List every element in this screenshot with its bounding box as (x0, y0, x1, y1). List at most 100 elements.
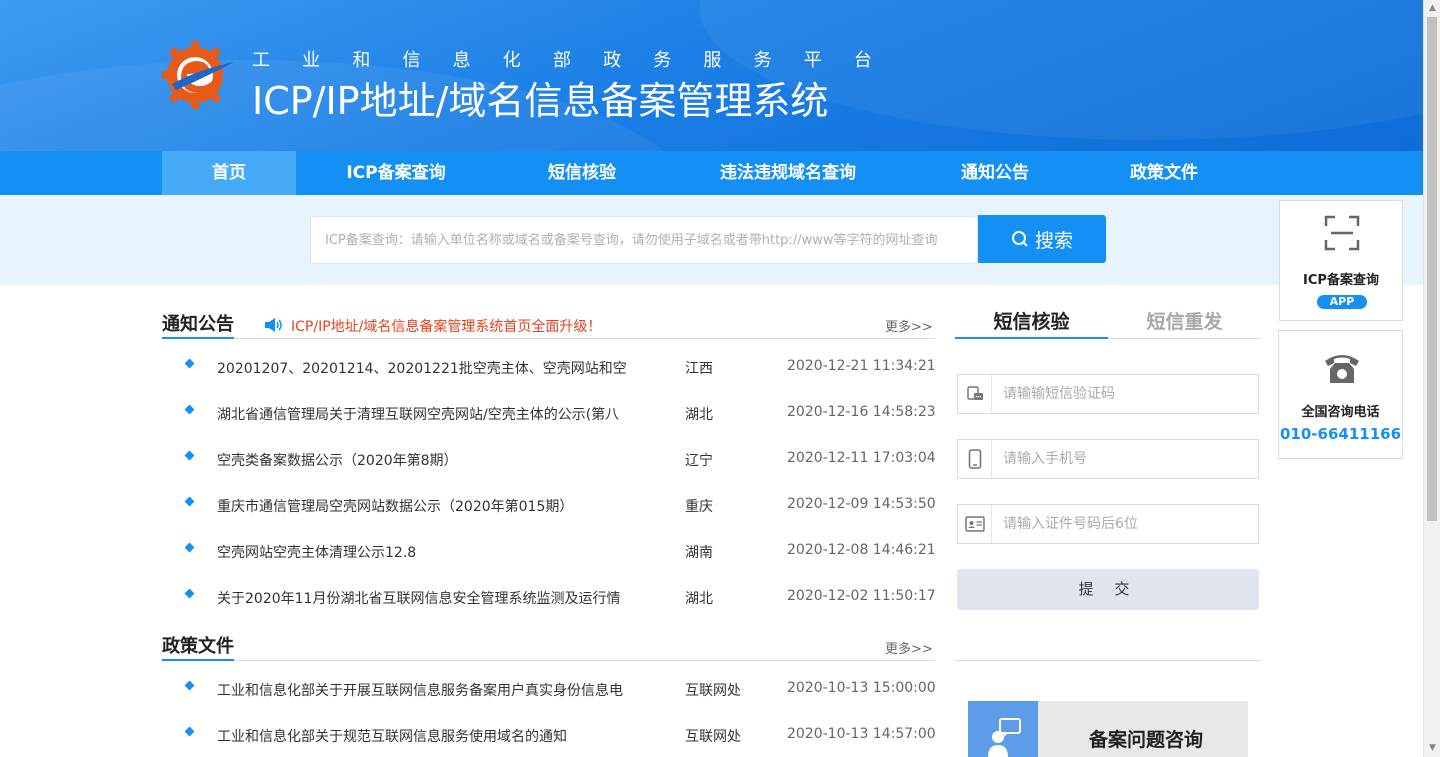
search-button[interactable]: 搜索 (978, 215, 1106, 263)
hotline-label: 全国咨询电话 (1301, 405, 1380, 420)
row-title[interactable]: 工业和信息化部关于规范互联网信息服务使用域名的通知 (217, 726, 637, 746)
row-title[interactable]: 空壳类备案数据公示（2020年第8期） (217, 450, 637, 470)
nav-illegal-domain[interactable]: 违法违规域名查询 (700, 151, 876, 195)
tab-sms-resend[interactable]: 短信重发 (1108, 307, 1261, 339)
filing-consult-card[interactable]: 备案问题咨询 (968, 701, 1248, 757)
mobile-phone-icon (958, 440, 992, 478)
header-subtitle: 工业和信息化部政务服务平台 (252, 46, 872, 72)
app-qr-widget[interactable]: ICP备案查询 APP (1279, 200, 1403, 321)
subtitle-char: 信 (402, 50, 421, 71)
row-source: 辽宁 (685, 453, 713, 469)
bullet-icon (184, 358, 195, 369)
notices-more-link[interactable]: 更多>> (885, 316, 933, 335)
id-number-field (957, 504, 1259, 544)
subtitle-char: 业 (302, 50, 321, 71)
subtitle-char: 务 (653, 50, 672, 71)
page-scrollbar[interactable]: ▲ ▼ (1423, 0, 1440, 757)
row-date: 2020-10-13 14:57:00 (787, 726, 936, 742)
sms-bottom-divider (955, 660, 1261, 661)
row-source: 湖北 (685, 591, 713, 607)
scrollbar-thumb[interactable] (1427, 17, 1437, 521)
submit-button[interactable]: 提 交 (957, 569, 1259, 610)
sms-code-field (957, 374, 1259, 414)
bullet-icon (184, 542, 195, 553)
hotline-widget: 全国咨询电话 010-66411166 (1278, 330, 1403, 459)
row-title[interactable]: 空壳网站空壳主体清理公示12.8 (217, 542, 637, 562)
subtitle-char: 务 (753, 50, 772, 71)
subtitle-char: 化 (502, 50, 521, 71)
notice-marquee[interactable]: ICP/IP地址/域名信息备案管理系统首页全面升级！ (291, 316, 601, 336)
policies-divider (162, 659, 935, 661)
bullet-icon (184, 404, 195, 415)
telephone-icon (1325, 355, 1359, 383)
nav-notices[interactable]: 通知公告 (933, 151, 1057, 195)
search-input[interactable] (310, 216, 978, 264)
row-date: 2020-12-02 11:50:17 (787, 588, 936, 604)
row-title[interactable]: 重庆市通信管理局空壳网站数据公示（2020年第015期） (217, 496, 637, 516)
row-title[interactable]: 关于2020年11月份湖北省互联网信息安全管理系统监测及运行情 (217, 588, 637, 608)
notices-divider (162, 337, 935, 339)
sms-code-input[interactable] (1003, 375, 1253, 413)
qr-scan-icon (1324, 215, 1360, 251)
notices-title: 通知公告 (162, 314, 234, 335)
phone-field (957, 439, 1259, 479)
bullet-icon (184, 726, 195, 737)
row-title[interactable]: 20201207、20201214、20201221批空壳主体、空壳网站和空 (217, 358, 637, 378)
site-title: ICP/IP地址/域名信息备案管理系统 (252, 79, 829, 123)
speaker-icon (265, 318, 282, 332)
scroll-down-icon[interactable]: ▼ (1424, 740, 1440, 757)
policies-title: 政策文件 (162, 636, 234, 657)
row-date: 2020-12-08 14:46:21 (787, 542, 936, 558)
id-number-input[interactable] (1003, 505, 1253, 543)
policies-more-link[interactable]: 更多>> (885, 638, 933, 657)
policy-row[interactable]: 工业和信息化部关于规范互联网信息服务使用域名的通知 互联网处 2020-10-13 … (162, 712, 936, 757)
row-source: 互联网处 (685, 729, 741, 745)
row-date: 2020-10-13 15:00:00 (787, 680, 936, 696)
row-date: 2020-12-16 14:58:23 (787, 404, 936, 420)
app-badge: APP (1317, 295, 1367, 309)
row-source: 湖北 (685, 407, 713, 423)
subtitle-char: 和 (352, 50, 371, 71)
subtitle-char: 服 (703, 50, 722, 71)
bullet-icon (184, 450, 195, 461)
search-button-label: 搜索 (1034, 229, 1073, 252)
search-icon (1011, 231, 1028, 247)
row-title[interactable]: 工业和信息化部关于开展互联网信息服务备案用户真实身份信息电 (217, 680, 637, 700)
id-card-icon (958, 505, 992, 543)
phone-input[interactable] (1003, 440, 1253, 478)
notice-row[interactable]: 空壳类备案数据公示（2020年第8期） 辽宁 2020-12-11 17:03:04 (162, 436, 936, 482)
row-date: 2020-12-09 14:53:50 (787, 496, 936, 512)
main-nav: 首页 ICP备案查询 短信核验 违法违规域名查询 通知公告 政策文件 (0, 151, 1423, 195)
row-source: 湖南 (685, 545, 713, 561)
app-widget-label: ICP备案查询 (1303, 273, 1379, 288)
subtitle-char: 工 (252, 50, 270, 71)
row-date: 2020-12-11 17:03:04 (787, 450, 936, 466)
nav-policies[interactable]: 政策文件 (1102, 151, 1226, 195)
hotline-number[interactable]: 010-66411166 (1279, 425, 1402, 443)
subtitle-char: 息 (452, 50, 471, 71)
row-source: 江西 (685, 361, 713, 377)
subtitle-char: 平 (803, 50, 822, 71)
notice-row[interactable]: 关于2020年11月份湖北省互联网信息安全管理系统监测及运行情 湖北 2020-12… (162, 574, 936, 620)
nav-icp-query[interactable]: ICP备案查询 (318, 151, 474, 195)
sms-message-icon (958, 375, 992, 413)
notice-row[interactable]: 重庆市通信管理局空壳网站数据公示（2020年第015期） 重庆 2020-12-09… (162, 482, 936, 528)
filing-consult-label: 备案问题咨询 (1089, 729, 1204, 751)
row-title[interactable]: 湖北省通信管理局关于清理互联网空壳网站/空壳主体的公示(第八 (217, 404, 637, 424)
notice-row[interactable]: 空壳网站空壳主体清理公示12.8 湖南 2020-12-08 14:46:21 (162, 528, 936, 574)
policy-row[interactable]: 工业和信息化部关于开展互联网信息服务备案用户真实身份信息电 互联网处 2020-10… (162, 666, 936, 712)
notice-row[interactable]: 20201207、20201214、20201221批空壳主体、空壳网站和空 江西… (162, 344, 936, 390)
nav-home[interactable]: 首页 (162, 151, 296, 195)
nav-sms-verify[interactable]: 短信核验 (520, 151, 644, 195)
notice-row[interactable]: 湖北省通信管理局关于清理互联网空壳网站/空壳主体的公示(第八 湖北 2020-12-… (162, 390, 936, 436)
bullet-icon (184, 680, 195, 691)
sms-tab-divider (955, 337, 1261, 339)
subtitle-char: 台 (853, 50, 872, 71)
customer-service-icon (968, 701, 1038, 757)
subtitle-char: 政 (603, 50, 622, 71)
subtitle-char: 部 (552, 50, 571, 71)
scroll-up-icon[interactable]: ▲ (1424, 0, 1440, 17)
bullet-icon (184, 496, 195, 507)
ministry-logo-icon (162, 41, 234, 109)
tab-sms-verify[interactable]: 短信核验 (955, 307, 1108, 339)
